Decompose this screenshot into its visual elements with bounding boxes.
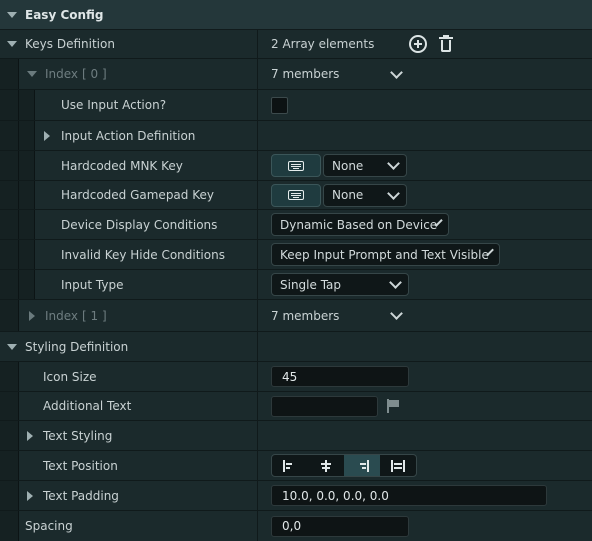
styling-definition-row: Styling Definition [0,332,592,362]
input-action-definition-row: Input Action Definition [0,121,592,151]
chevron-down-icon [390,65,403,79]
section-title: Easy Config [25,7,104,22]
input-type-label: Input Type [61,277,124,292]
index-1-members[interactable]: 7 members [271,300,403,331]
text-padding-input[interactable]: 10.0, 0.0, 0.0, 0.0 [271,485,547,506]
use-input-action-row: Use Input Action? [0,90,592,121]
details-panel: Easy Config Keys Definition 2 Array elem… [0,0,592,541]
styling-definition-label: Styling Definition [25,339,129,354]
align-left-icon[interactable] [272,455,308,476]
index-1-row: Index[ 1 ] 7 members [0,300,592,332]
expand-arrow-icon[interactable] [7,0,17,29]
icon-size-row: Icon Size 45 [0,362,592,392]
align-center-icon[interactable] [308,455,344,476]
invalid-key-hide-dropdown[interactable]: Keep Input Prompt and Text Visible [271,243,500,266]
expand-arrow-icon[interactable] [27,59,37,89]
align-right-icon[interactable] [344,455,380,476]
device-display-label: Device Display Conditions [61,217,218,232]
index-1-label: Index[ 1 ] [45,308,107,323]
trash-icon[interactable] [439,30,453,58]
input-type-dropdown[interactable]: Single Tap [271,273,409,296]
spacing-label: Spacing [25,519,73,533]
text-padding-label: Text Padding [43,488,119,503]
hardcoded-gamepad-controls: None [271,181,407,209]
additional-text-label: Additional Text [43,399,132,413]
expand-arrow-icon[interactable] [29,300,35,331]
additional-text-row: Additional Text [0,392,592,421]
expand-arrow-icon[interactable] [44,121,50,150]
text-padding-row: Text Padding 10.0, 0.0, 0.0, 0.0 [0,481,592,511]
hardcoded-gamepad-row: Hardcoded Gamepad Key None [0,181,592,210]
spacing-row: Spacing 0,0 [0,511,592,541]
chevron-down-icon [389,276,402,289]
keyboard-icon[interactable] [271,183,321,207]
expand-arrow-icon[interactable] [27,421,33,450]
text-styling-label: Text Styling [43,428,113,443]
invalid-key-hide-row: Invalid Key Hide Conditions Keep Input P… [0,240,592,270]
chevron-down-icon [387,157,400,170]
device-display-row: Device Display Conditions Dynamic Based … [0,210,592,240]
device-display-dropdown[interactable]: Dynamic Based on Device [271,213,449,236]
use-input-action-label: Use Input Action? [61,98,167,112]
expand-arrow-icon[interactable] [7,30,17,58]
hardcoded-gamepad-dropdown[interactable]: None [323,183,407,207]
index-0-members[interactable]: 7 members [271,59,403,89]
invalid-key-hide-label: Invalid Key Hide Conditions [61,247,225,262]
icon-size-input[interactable]: 45 [271,366,409,387]
hardcoded-mnk-controls: None [271,151,407,180]
hardcoded-mnk-label: Hardcoded MNK Key [61,158,183,173]
text-position-row: Text Position [0,451,592,481]
text-position-label: Text Position [43,458,118,473]
hardcoded-mnk-dropdown[interactable]: None [323,154,407,177]
additional-text-input[interactable] [271,395,378,417]
align-fill-icon[interactable] [380,455,416,476]
chevron-down-icon [390,307,403,320]
index-0-label: Index[ 0 ] [45,67,107,81]
spacing-input[interactable]: 0,0 [271,515,409,537]
expand-arrow-icon[interactable] [27,481,33,510]
index-0-row: Index[ 0 ] 7 members [0,59,592,90]
hardcoded-mnk-row: Hardcoded MNK Key None [0,151,592,181]
flag-icon[interactable] [386,399,400,413]
keys-definition-row: Keys Definition 2 Array elements [0,30,592,59]
circle-plus-icon[interactable] [409,30,427,58]
text-styling-row: Text Styling [0,421,592,451]
keyboard-icon[interactable] [271,154,321,177]
chevron-down-icon [387,186,400,200]
use-input-action-checkbox[interactable] [271,90,288,120]
expand-arrow-icon[interactable] [7,332,17,361]
input-type-row: Input Type Single Tap [0,270,592,300]
keys-definition-value: 2 Array elements [271,37,375,51]
input-action-definition-label: Input Action Definition [61,128,196,143]
section-header-easy-config[interactable]: Easy Config [0,0,592,30]
keys-definition-label: Keys Definition [25,37,115,51]
hardcoded-gamepad-label: Hardcoded Gamepad Key [61,188,214,202]
icon-size-label: Icon Size [43,369,97,384]
text-position-toggle [271,454,417,477]
